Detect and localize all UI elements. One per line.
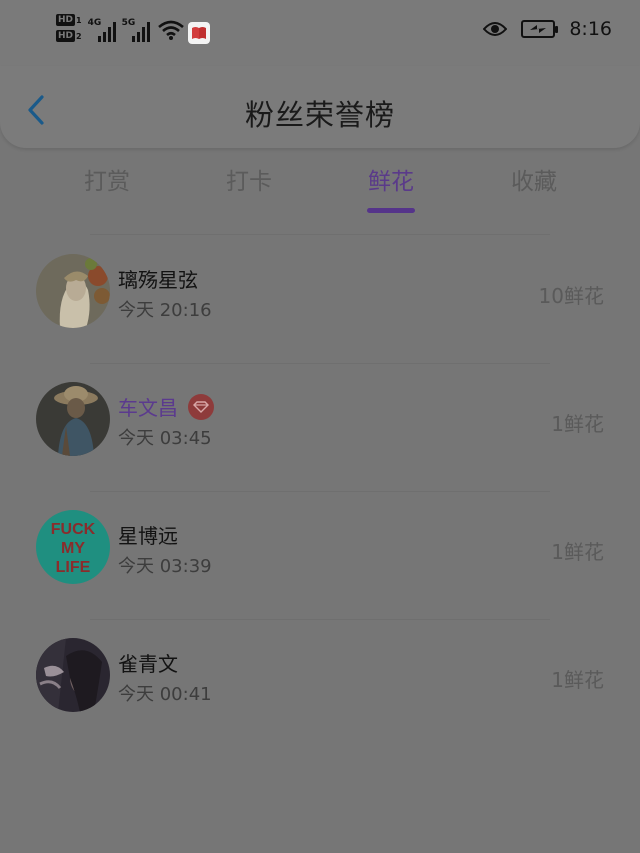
avatar-text: FUCK [51, 521, 96, 538]
net-type-label: 5G [121, 18, 136, 28]
eye-icon [483, 22, 508, 36]
flower-count: 1鲜花 [551, 668, 604, 692]
status-left: HD 1 HD 2 4G 5G [56, 14, 210, 44]
flower-count: 10鲜花 [538, 284, 604, 308]
app-header: 粉丝荣誉榜 [0, 66, 640, 148]
sim1-slot: 1 [76, 15, 82, 25]
flower-count: 1鲜花 [551, 412, 604, 436]
user-name[interactable]: 车文昌 [118, 392, 178, 421]
page-title: 粉丝荣誉榜 [244, 98, 395, 132]
wifi-icon [157, 20, 184, 40]
tab-bar: 打赏 打卡 鲜花 收藏 [0, 162, 640, 216]
name-row: 星博远 [118, 520, 178, 549]
tabs-divider [90, 234, 550, 235]
tab-checkin[interactable]: 打卡 [199, 162, 299, 196]
flower-count: 1鲜花 [551, 540, 604, 564]
sim1-indicator: HD 1 [56, 14, 82, 26]
user-name[interactable]: 雀青文 [118, 648, 178, 677]
user-name[interactable]: 璃殇星弦 [118, 264, 198, 293]
sim2-slot: 2 [76, 31, 82, 41]
avatar[interactable] [36, 254, 110, 328]
hd-icon: HD [56, 14, 76, 26]
name-row: 璃殇星弦 [118, 264, 198, 293]
list-item[interactable]: 车文昌 今天 03:45 1鲜花 [0, 364, 640, 492]
user-name[interactable]: 星博远 [118, 520, 178, 549]
list-item[interactable]: FUCK MY LIFE 星博远 今天 03:39 1鲜花 [0, 492, 640, 620]
net-type-label: 4G [87, 18, 102, 28]
avatar[interactable] [36, 638, 110, 712]
hd-icon: HD [56, 30, 76, 42]
avatar-text: LIFE [56, 559, 91, 576]
sim-indicators: HD 1 HD 2 [56, 14, 82, 42]
tab-flowers[interactable]: 鲜花 [341, 162, 441, 196]
reader-app-icon [187, 22, 210, 44]
status-bar: HD 1 HD 2 4G 5G 8:16 [0, 0, 640, 66]
battery-saver-icon [521, 20, 559, 38]
vip-diamond-icon [188, 393, 214, 420]
clock: 8:16 [569, 18, 612, 40]
active-tab-indicator [367, 208, 415, 213]
timestamp: 今天 20:16 [118, 300, 212, 321]
sim2-indicator: HD 2 [56, 30, 82, 42]
avatar-text: MY [61, 540, 85, 557]
name-row: 车文昌 [118, 392, 214, 421]
tab-favorites[interactable]: 收藏 [484, 162, 584, 196]
list-item[interactable]: 璃殇星弦 今天 20:16 10鲜花 [0, 236, 640, 364]
timestamp: 今天 03:39 [118, 556, 212, 577]
name-row: 雀青文 [118, 648, 178, 677]
avatar[interactable]: FUCK MY LIFE [36, 510, 110, 584]
tab-reward[interactable]: 打赏 [57, 162, 157, 196]
list-item[interactable]: 雀青文 今天 00:41 1鲜花 [0, 620, 640, 748]
signal-5g: 5G [122, 14, 150, 42]
timestamp: 今天 00:41 [118, 684, 212, 705]
avatar[interactable] [36, 382, 110, 456]
signal-4g: 4G [88, 14, 116, 42]
timestamp: 今天 03:45 [118, 428, 212, 449]
status-right: 8:16 [483, 18, 612, 40]
